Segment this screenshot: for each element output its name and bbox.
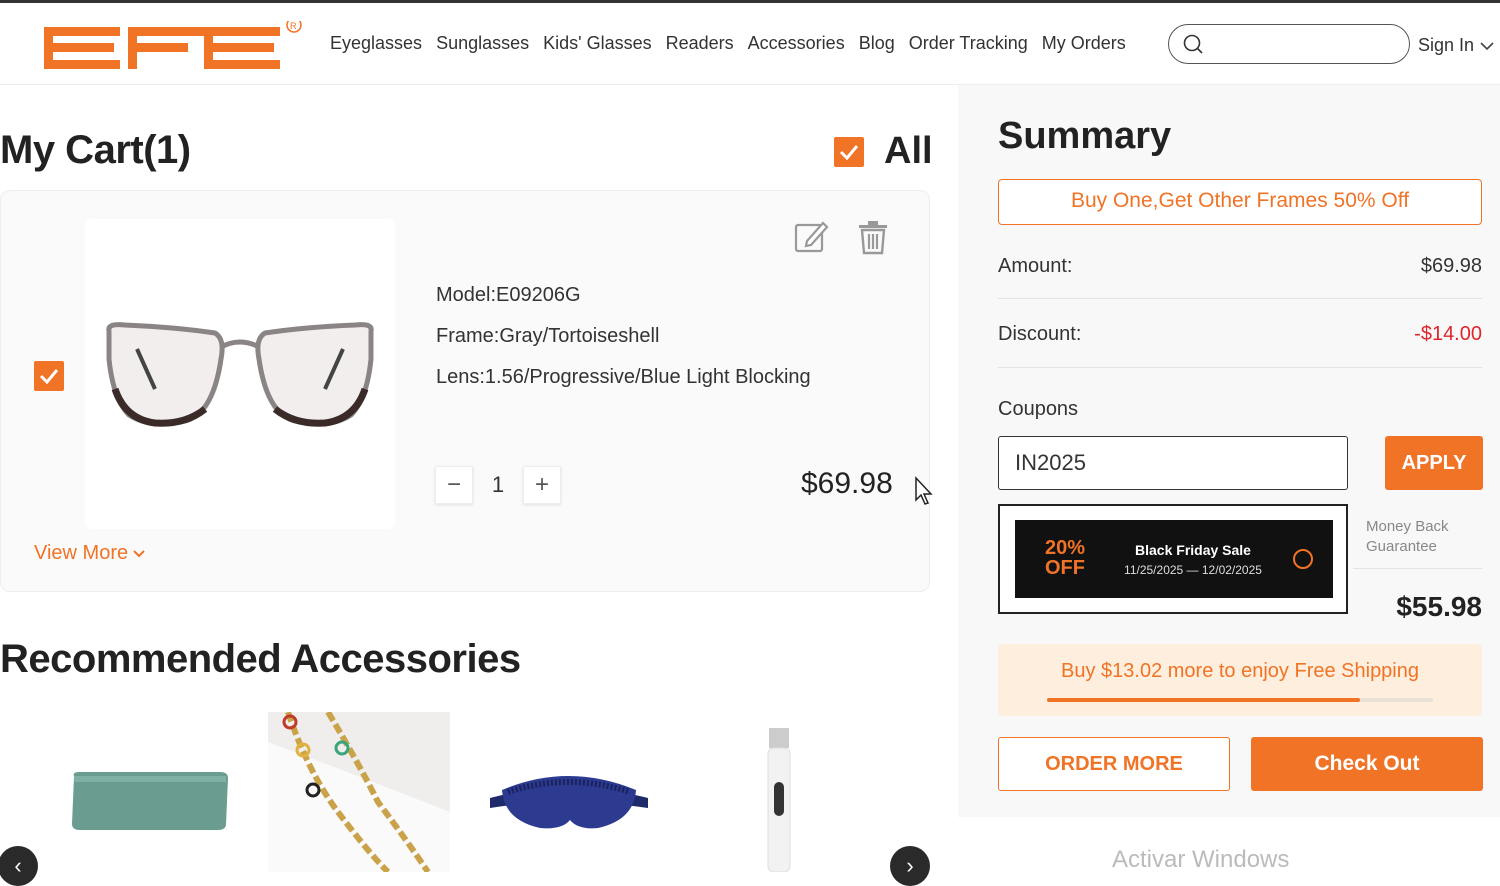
divider [998, 298, 1482, 299]
search-input[interactable] [1215, 31, 1395, 57]
cart-title: My Cart(1) [0, 128, 191, 172]
shipping-progress-fill [1047, 698, 1360, 702]
guarantee-line-2: Guarantee [1366, 538, 1437, 555]
coupon-dropdown: 20% OFF Black Friday Sale 11/25/2025 — 1… [998, 504, 1348, 614]
quantity-value: 1 [491, 472, 505, 497]
nav-sunglasses[interactable]: Sunglasses [436, 33, 529, 54]
cleaning-pen-image[interactable] [756, 712, 802, 872]
coupons-label: Coupons [998, 398, 1079, 420]
nav-kids-glasses[interactable]: Kids' Glasses [543, 33, 651, 54]
coupon-dates: 11/25/2025 — 12/02/2025 [1124, 563, 1262, 577]
discount-label: Discount: [998, 323, 1082, 345]
efe-logo[interactable]: R [44, 21, 304, 73]
select-all-label: All [884, 130, 933, 172]
nav-blog[interactable]: Blog [859, 33, 895, 54]
amount-value: $69.98 [1420, 255, 1482, 277]
coupon-option[interactable]: 20% OFF Black Friday Sale 11/25/2025 — 1… [1015, 520, 1333, 598]
check-icon [839, 144, 859, 160]
carousel-prev-button[interactable]: ‹ [0, 846, 38, 886]
coupon-percent: 20% [1044, 537, 1086, 559]
free-shipping-text: Buy $13.02 more to enjoy Free Shipping [1061, 660, 1419, 682]
free-shipping-banner: Buy $13.02 more to enjoy Free Shipping [998, 644, 1482, 716]
shipping-progress-bar [1047, 698, 1433, 702]
quantity-stepper: − 1 + [435, 466, 561, 504]
nav-accessories[interactable]: Accessories [748, 33, 845, 54]
discount-row: Discount: -$14.00 [998, 323, 1482, 346]
apply-coupon-button[interactable]: APPLY [1385, 436, 1483, 490]
promo-banner[interactable]: Buy One,Get Other Frames 50% Off [998, 179, 1482, 225]
item-price: $69.98 [801, 467, 893, 500]
item-lens: Lens:1.56/Progressive/Blue Light Blockin… [436, 366, 811, 388]
item-model: Model:E09206G [436, 284, 581, 306]
order-more-button[interactable]: ORDER MORE [998, 737, 1230, 791]
amount-label: Amount: [998, 255, 1073, 277]
amount-row: Amount: $69.98 [998, 255, 1482, 278]
sign-in-label: Sign In [1418, 35, 1475, 55]
sign-in-menu[interactable]: Sign In [1418, 35, 1494, 56]
divider [998, 367, 1482, 368]
coupon-radio[interactable] [1293, 549, 1313, 569]
item-checkbox[interactable] [34, 361, 64, 391]
divider [1353, 568, 1482, 569]
glasses-case-image[interactable] [60, 712, 240, 872]
coupon-discount: 20% OFF [1037, 538, 1093, 578]
item-frame: Frame:Gray/Tortoiseshell [436, 325, 660, 347]
nav-eyeglasses[interactable]: Eyeglasses [330, 33, 422, 54]
svg-text:R: R [290, 21, 297, 31]
coupon-input[interactable] [998, 436, 1348, 490]
coupon-off: OFF [1045, 557, 1085, 579]
mouse-cursor-icon [915, 476, 933, 505]
search-icon[interactable] [1183, 34, 1203, 54]
discount-value: -$14.00 [1414, 323, 1482, 345]
eyeglasses-image [106, 322, 374, 427]
view-more-label: View More [34, 542, 129, 564]
trash-icon[interactable] [855, 219, 891, 255]
total-value: $55.98 [1396, 591, 1482, 622]
increase-qty-button[interactable]: + [523, 466, 561, 504]
sleep-mask-image[interactable] [488, 712, 650, 872]
nav-order-tracking[interactable]: Order Tracking [909, 33, 1028, 54]
glasses-chain-image[interactable] [268, 712, 450, 872]
select-all-checkbox[interactable] [834, 136, 864, 167]
select-all[interactable]: All [834, 130, 933, 173]
decrease-qty-button[interactable]: − [435, 466, 473, 504]
edit-icon[interactable] [793, 219, 829, 255]
chevron-down-icon [133, 549, 145, 557]
nav-my-orders[interactable]: My Orders [1042, 33, 1126, 54]
search-box[interactable] [1168, 24, 1410, 64]
chevron-down-icon [1480, 41, 1494, 50]
checkout-button[interactable]: Check Out [1251, 737, 1483, 791]
nav-readers[interactable]: Readers [666, 33, 734, 54]
cart-item-card: Model:E09206G Frame:Gray/Tortoiseshell L… [0, 190, 930, 592]
coupon-name: Black Friday Sale [1135, 542, 1251, 558]
product-image[interactable] [85, 219, 395, 529]
recommended-title: Recommended Accessories [0, 637, 521, 681]
order-summary-panel: Summary Buy One,Get Other Frames 50% Off… [958, 85, 1500, 817]
guarantee-line-1: Money Back [1366, 518, 1449, 535]
summary-title: Summary [998, 115, 1172, 157]
main-nav: Eyeglasses Sunglasses Kids' Glasses Read… [330, 33, 1140, 54]
view-more-link[interactable]: View More [34, 542, 146, 565]
money-back-guarantee: Money Back Guarantee [1366, 517, 1449, 557]
site-header: R Eyeglasses Sunglasses Kids' Glasses Re… [0, 3, 1500, 85]
carousel-next-button[interactable]: › [890, 846, 930, 886]
check-icon [39, 369, 59, 384]
